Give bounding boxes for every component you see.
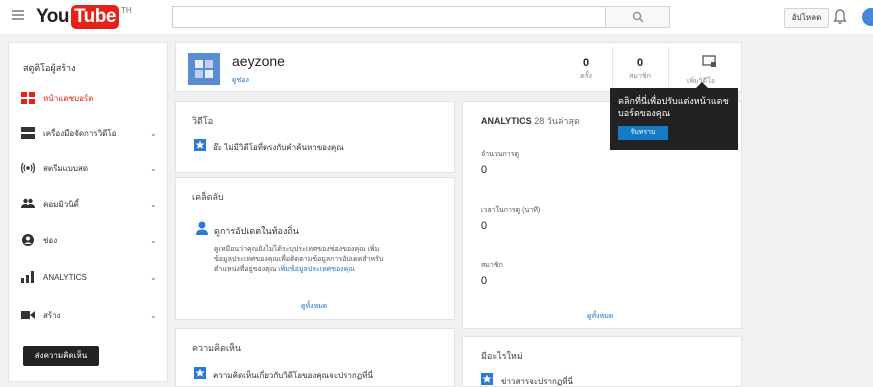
see-all-analytics-link[interactable]: ดูทั้งหมด <box>587 311 613 322</box>
notifications-icon[interactable] <box>833 9 847 25</box>
channel-name[interactable]: aeyzone <box>232 53 285 69</box>
create-icon <box>21 311 35 319</box>
metric-value: 0 <box>481 220 488 232</box>
sidebar-item-community[interactable]: คอมมิวนิตี้ ⌄ <box>9 194 169 214</box>
whats-new-card: มีอะไรใหม่ ข่าวสารจะปรากฏที่นี่ <box>462 336 742 387</box>
search-icon <box>632 11 644 23</box>
sidebar-item-label: หน้าแดชบอร์ด <box>43 93 94 103</box>
community-icon <box>21 198 35 208</box>
video-manager-icon <box>21 127 35 139</box>
analytics-period: 28 วันล่าสุด <box>534 116 580 126</box>
sidebar-item-dashboard[interactable]: หน้าแดชบอร์ด <box>9 88 169 108</box>
chevron-down-icon[interactable]: ⌄ <box>150 236 157 245</box>
channel-logo-icon <box>195 60 213 78</box>
chevron-down-icon[interactable]: ⌄ <box>150 200 157 209</box>
add-country-link[interactable]: เพิ่มข้อมูลประเทศของคุณ <box>278 266 355 273</box>
sidebar-title: สตูดิโอผู้สร้าง <box>23 63 76 73</box>
upload-button[interactable]: อัปโหลด <box>784 8 829 28</box>
tip-body: ดูเหมือนว่าคุณยังไม่ได้ระบุประเทศของช่อง… <box>214 245 446 275</box>
got-it-button[interactable]: รับทราบ <box>618 126 668 140</box>
creator-studio-sidebar: สตูดิโอผู้สร้าง หน้าแดชบอร์ด เครื่องมือจ… <box>8 42 168 382</box>
stat-number: 0 <box>582 57 590 69</box>
sidebar-item-live[interactable]: สตรีมแบบสด ⌄ <box>9 158 169 178</box>
view-channel-link[interactable]: ดูช่อง <box>232 75 249 86</box>
analytics-header: ANALYTICS 28 วันล่าสุด <box>481 114 580 128</box>
analytics-icon <box>21 271 34 283</box>
chevron-down-icon[interactable]: ⌄ <box>150 311 157 320</box>
videos-card: วิดีโอ อ๊ะ ไม่มีวิดีโอที่ตรงกับคำค้นหาขอ… <box>175 101 455 173</box>
metric-label: สมาชิก <box>481 262 503 269</box>
video-info-icon <box>194 139 206 151</box>
tip-body-line-1: ดูเหมือนว่าคุณยังไม่ได้ระบุประเทศของช่อง… <box>214 246 380 253</box>
stat-number: 0 <box>636 57 644 69</box>
metric-label: เวลาในการดู (นาที) <box>481 207 541 214</box>
tip-body-text: ตำแหน่งที่อยู่ของคุณ <box>214 266 277 273</box>
tooltip-text: คลิกที่นี่เพื่อปรับแต่งหน้าแดชบอร์ดของคุ… <box>618 96 729 118</box>
sidebar-item-analytics[interactable]: ANALYTICS ⌄ <box>9 267 169 287</box>
dashboard-icon <box>21 92 35 104</box>
views-stat[interactable]: 0 ครั้ง <box>566 57 606 82</box>
analytics-title: ANALYTICS <box>481 116 532 126</box>
stat-divider <box>612 47 613 87</box>
search-input[interactable] <box>172 6 606 28</box>
tip-heading: ดูการอัปเดตในท้องถิ่น <box>214 226 299 236</box>
chevron-down-icon[interactable]: ⌄ <box>150 129 157 138</box>
sidebar-item-label: สตรีมแบบสด <box>43 163 89 173</box>
metric-label: จำนวนการดู <box>481 151 520 158</box>
stat-caption: ครั้ง <box>580 73 592 80</box>
card-title: มีอะไรใหม่ <box>481 351 523 361</box>
chevron-down-icon[interactable]: ⌄ <box>150 273 157 282</box>
sidebar-item-channel[interactable]: ช่อง ⌄ <box>9 230 169 250</box>
customize-dashboard-icon[interactable] <box>702 55 716 67</box>
metric-value: 0 <box>481 275 488 287</box>
sidebar-item-label: ช่อง <box>43 235 58 245</box>
logo-tube: Tube <box>70 5 119 29</box>
see-all-tips-link[interactable]: ดูทั้งหมด <box>301 301 327 312</box>
card-title: ความคิดเห็น <box>192 343 242 353</box>
logo-region: TH <box>120 6 132 15</box>
youtube-logo[interactable]: You Tube TH <box>36 5 132 29</box>
sidebar-item-label: สร้าง <box>43 310 61 320</box>
tip-body-line-2: ข้อมูลประเทศของคุณเพื่อติดตามข้อมูลการอั… <box>214 256 384 263</box>
subscribers-stat[interactable]: 0 สมาชิก <box>620 57 660 82</box>
person-icon <box>196 221 208 235</box>
tips-card: เคล็ดลับ ดูการอัปเดตในท้องถิ่น ดูเหมือนว… <box>175 177 455 320</box>
customize-tooltip: คลิกที่นี่เพื่อปรับแต่งหน้าแดชบอร์ดของคุ… <box>610 82 738 150</box>
stat-divider <box>668 47 669 87</box>
news-info-icon <box>481 373 493 385</box>
account-avatar[interactable] <box>862 8 873 26</box>
empty-videos-message: อ๊ะ ไม่มีวิดีโอที่ตรงกับคำค้นหาของคุณ <box>213 143 344 152</box>
sidebar-item-video-manager[interactable]: เครื่องมือจัดการวิดีโอ ⌄ <box>9 123 169 143</box>
card-title: เคล็ดลับ <box>192 192 224 202</box>
search-button[interactable] <box>605 6 670 28</box>
tip-body-line-3: ตำแหน่งที่อยู่ของคุณ เพิ่มข้อมูลประเทศขอ… <box>214 265 446 275</box>
comments-card: ความคิดเห็น ความคิดเห็นเกี่ยวกับวิดีโอขอ… <box>175 328 455 387</box>
menu-icon[interactable] <box>12 10 24 20</box>
card-title: วิดีโอ <box>192 116 214 126</box>
channel-header-card: aeyzone ดูช่อง 0 ครั้ง 0 สมาชิก เพิ่มวิด… <box>175 42 742 92</box>
sidebar-item-label: เครื่องมือจัดการวิดีโอ <box>43 128 117 138</box>
sidebar-item-label: ANALYTICS <box>43 272 87 282</box>
whats-new-message: ข่าวสารจะปรากฏที่นี่ <box>501 377 573 386</box>
empty-comments-message: ความคิดเห็นเกี่ยวกับวิดีโอของคุณจะปรากฏท… <box>213 371 373 380</box>
chevron-down-icon[interactable]: ⌄ <box>150 164 157 173</box>
comments-info-icon <box>194 367 206 379</box>
stat-caption: สมาชิก <box>629 73 651 80</box>
channel-avatar[interactable] <box>188 53 220 85</box>
top-bar: You Tube TH อัปโหลด <box>0 0 873 35</box>
live-icon <box>21 162 35 174</box>
sidebar-item-create[interactable]: สร้าง ⌄ <box>9 305 169 325</box>
logo-you: You <box>36 6 69 27</box>
send-feedback-button[interactable]: ส่งความคิดเห็น <box>23 346 99 366</box>
sidebar-item-label: คอมมิวนิตี้ <box>43 199 79 209</box>
channel-icon <box>22 234 34 246</box>
metric-value: 0 <box>481 164 488 176</box>
